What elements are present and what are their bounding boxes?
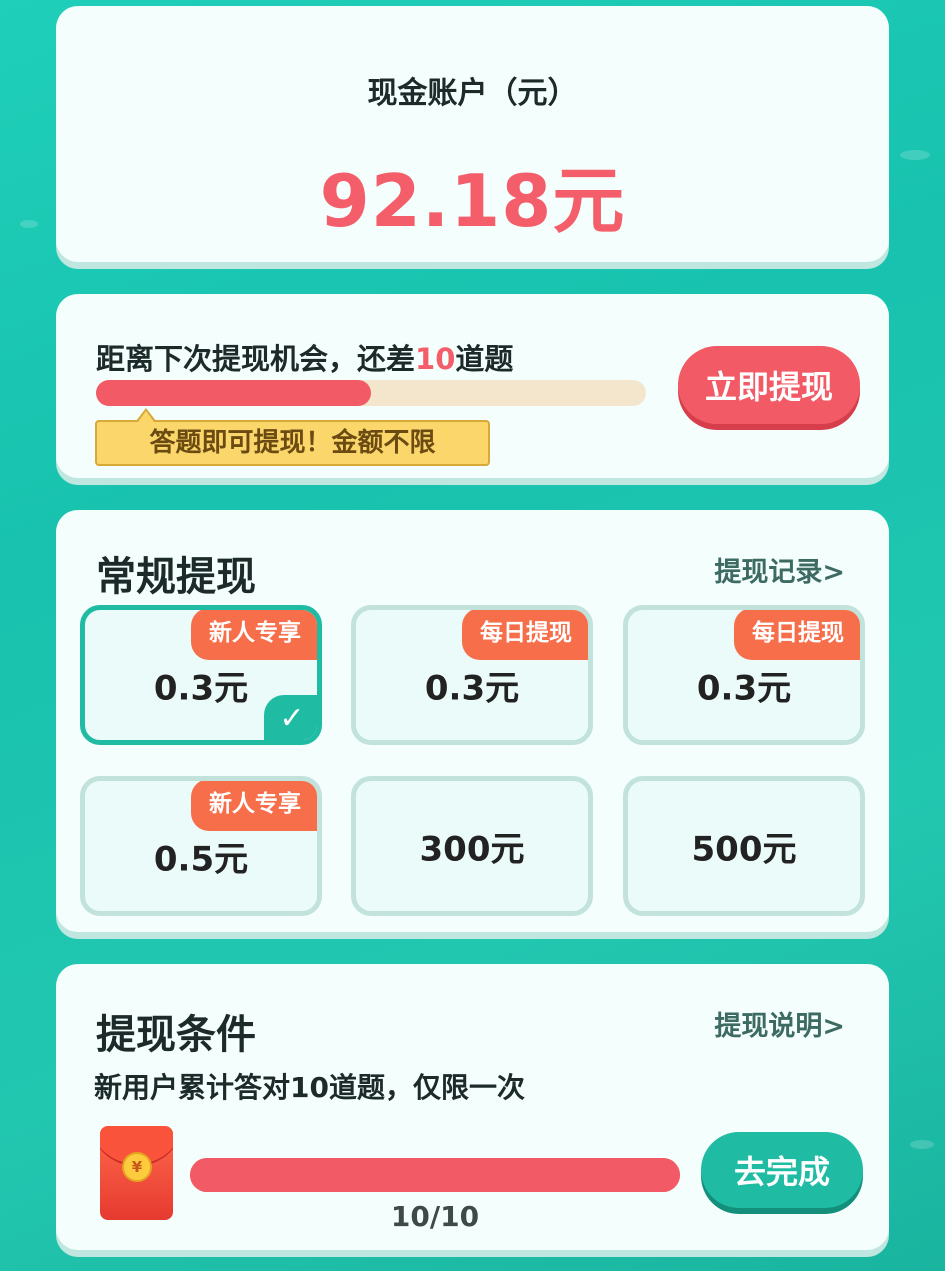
option-badge: 每日提现: [462, 610, 588, 660]
condition-progress-count: 10/10: [390, 1200, 480, 1233]
withdraw-option[interactable]: 300元: [351, 776, 593, 916]
withdraw-option[interactable]: 新人专享 0.3元 ✓: [80, 605, 322, 745]
next-withdraw-text-suffix: 道题: [455, 342, 514, 376]
background-streak: [910, 1140, 934, 1149]
option-badge: 每日提现: [734, 610, 860, 660]
regular-withdraw-card: 常规提现 提现记录> 新人专享 0.3元 ✓ 每日提现 0.3元 每日提现 0.…: [56, 510, 889, 932]
next-withdraw-text-prefix: 距离下次提现机会，还差: [96, 342, 416, 376]
go-complete-button[interactable]: 去完成: [701, 1132, 863, 1208]
withdraw-option[interactable]: 500元: [623, 776, 865, 916]
red-packet-icon: ¥: [100, 1126, 173, 1220]
option-value: 300元: [419, 829, 525, 870]
tip-bubble: 答题即可提现！金额不限: [95, 420, 490, 466]
cash-account-title: 现金账户（元）: [367, 76, 578, 111]
condition-progress-bar: [190, 1158, 680, 1192]
option-value: 500元: [691, 829, 797, 870]
next-withdraw-card: 距离下次提现机会，还差10道题 答题即可提现！金额不限 立即提现: [56, 294, 889, 478]
withdraw-record-link[interactable]: 提现记录>: [714, 550, 845, 589]
condition-progress-fill: [190, 1158, 680, 1192]
withdraw-now-button[interactable]: 立即提现: [678, 346, 860, 424]
withdraw-condition-description: 新用户累计答对10道题，仅限一次: [94, 1071, 525, 1104]
withdraw-option[interactable]: 每日提现 0.3元: [351, 605, 593, 745]
next-withdraw-text: 距离下次提现机会，还差10道题: [96, 336, 513, 378]
background-streak: [900, 150, 930, 160]
withdraw-condition-card: 提现条件 提现说明> 新用户累计答对10道题，仅限一次 ¥ 10/10 去完成: [56, 964, 889, 1250]
withdraw-condition-title: 提现条件: [96, 1012, 256, 1058]
tip-arrow-inner: [138, 411, 154, 422]
background-streak: [20, 220, 38, 228]
option-value: 0.3元: [696, 668, 792, 709]
check-icon: ✓: [264, 695, 317, 740]
option-badge: 新人专享: [191, 781, 317, 831]
coin-icon: ¥: [122, 1152, 152, 1182]
next-withdraw-progress-fill: [96, 380, 371, 406]
cash-account-amount: 92.18元: [319, 159, 626, 243]
withdraw-option[interactable]: 每日提现 0.3元: [623, 605, 865, 745]
withdraw-option[interactable]: 新人专享 0.5元: [80, 776, 322, 916]
remaining-questions-count: 10: [415, 342, 456, 376]
cash-account-card: 现金账户（元） 92.18元: [56, 6, 889, 262]
option-badge: 新人专享: [191, 610, 317, 660]
option-value: 0.5元: [153, 839, 249, 880]
option-value: 0.3元: [424, 668, 520, 709]
regular-withdraw-title: 常规提现: [96, 554, 256, 600]
next-withdraw-progress-bar: [96, 380, 646, 406]
withdraw-explain-link[interactable]: 提现说明>: [714, 1004, 845, 1043]
